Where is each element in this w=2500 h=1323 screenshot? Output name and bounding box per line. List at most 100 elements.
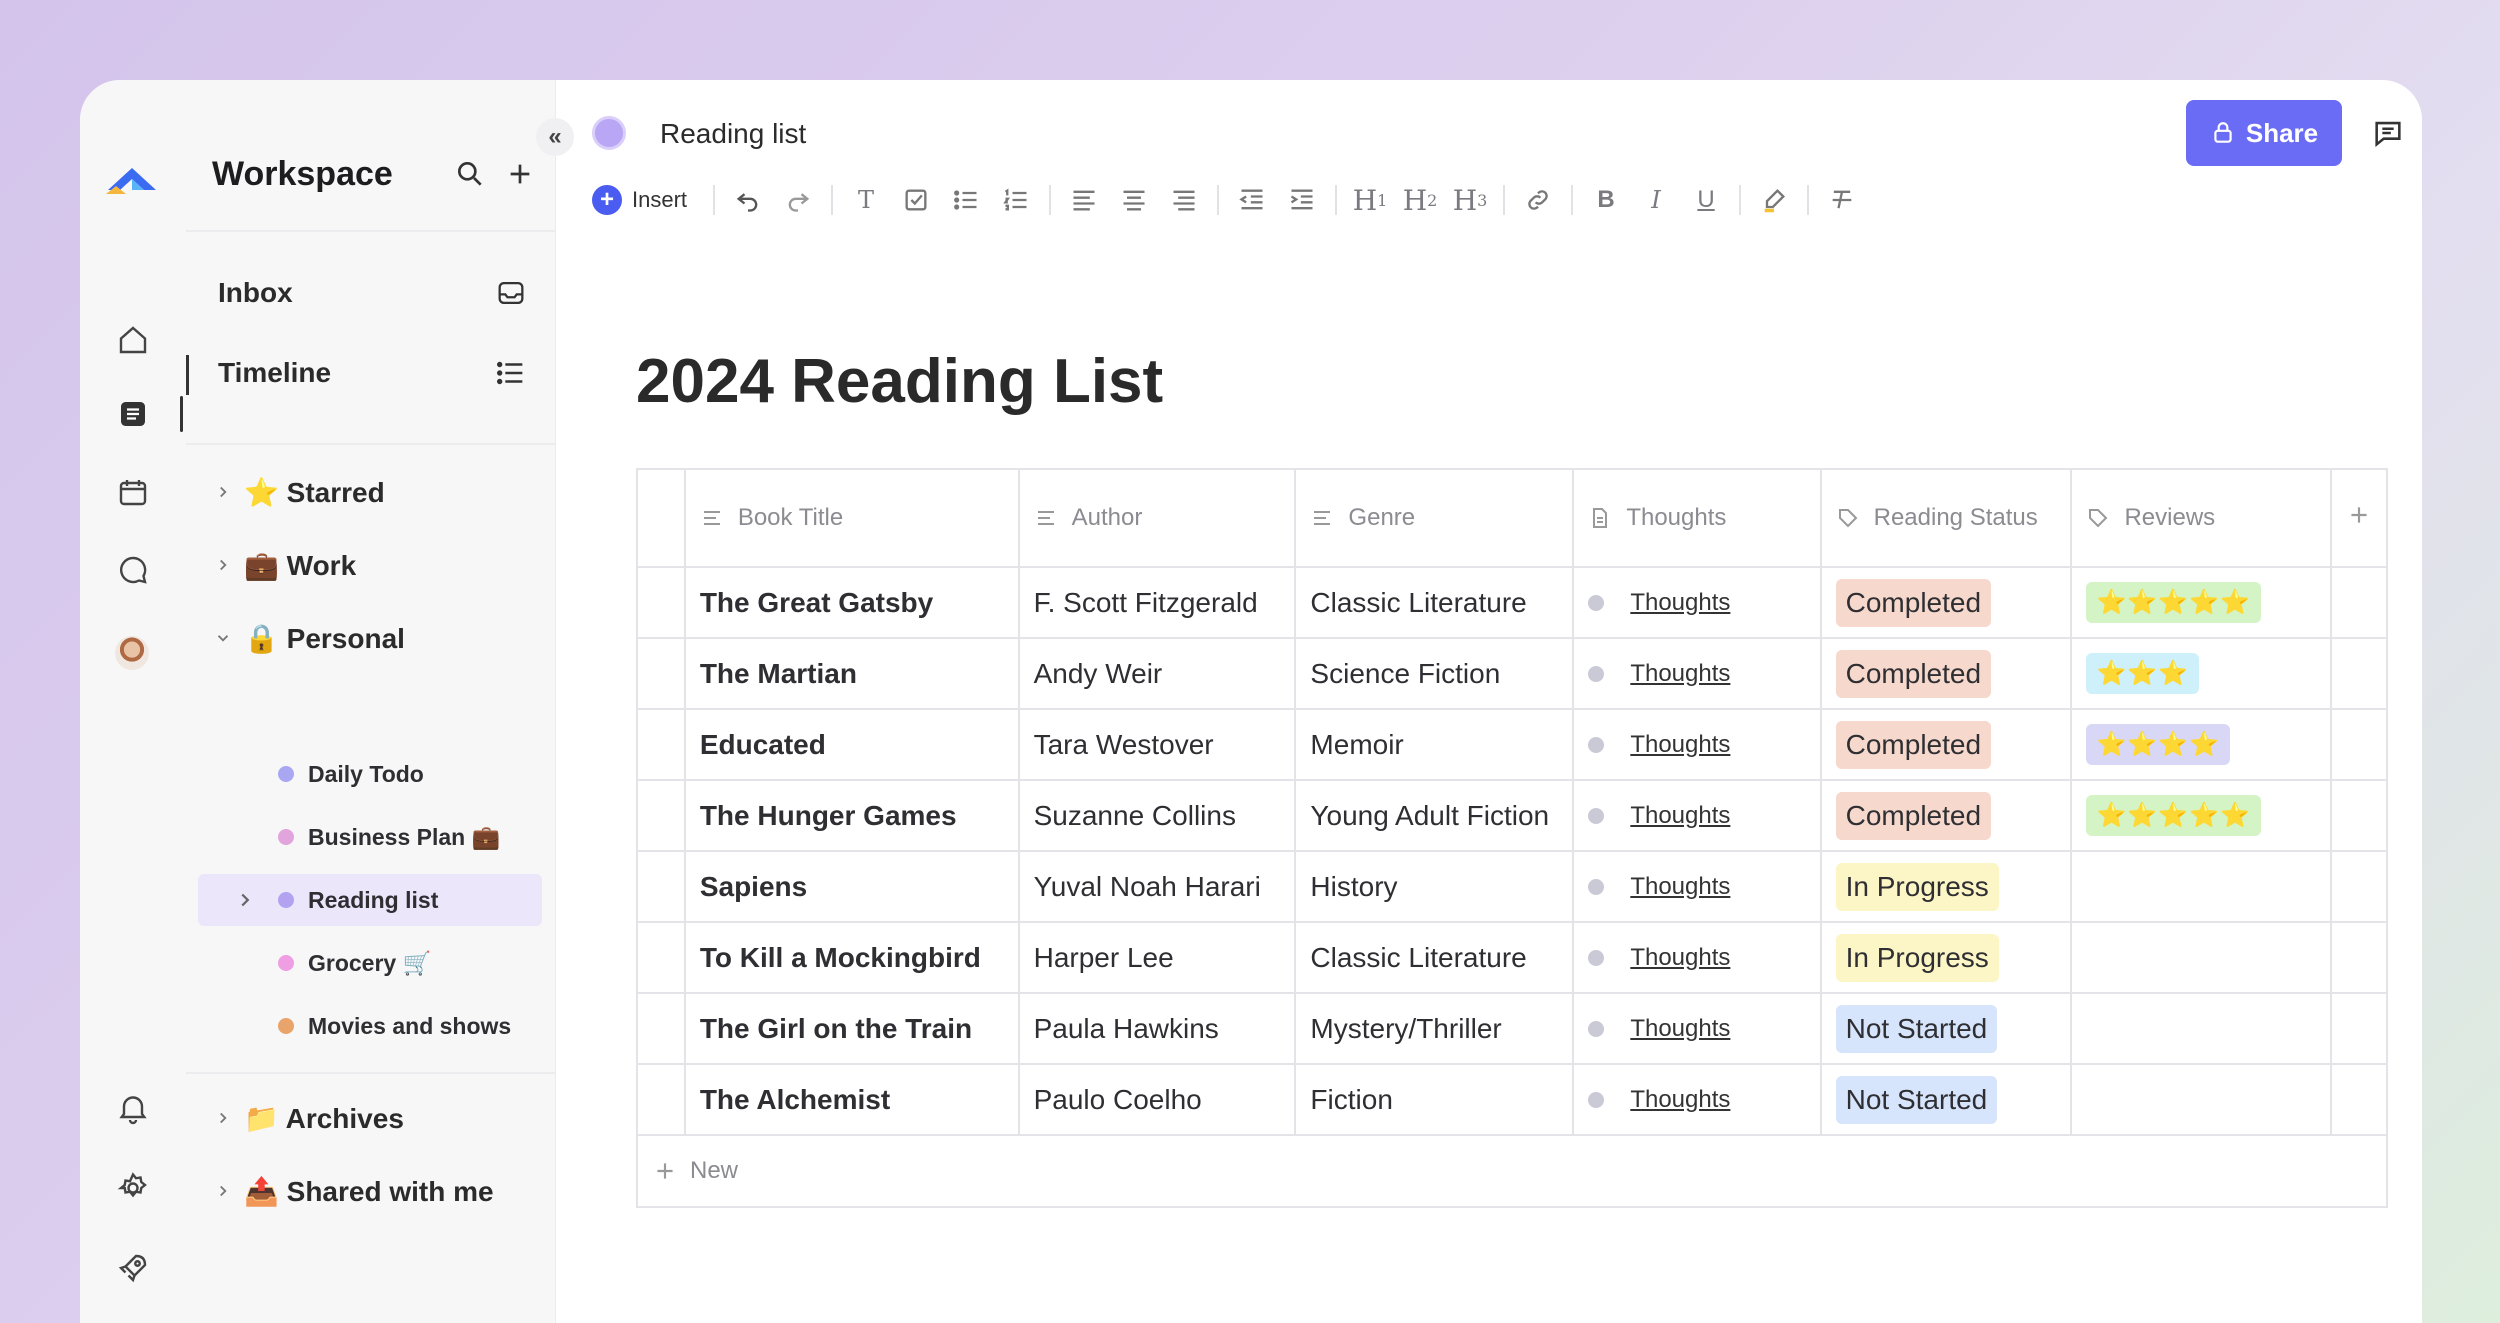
status-cell[interactable]: Not Started: [1819, 1063, 2073, 1136]
status-cell[interactable]: In Progress: [1819, 850, 2073, 923]
thoughts-link[interactable]: Thoughts: [1630, 873, 1730, 901]
book-title-cell[interactable]: Sapiens: [683, 850, 1020, 923]
sidebar-group-personal[interactable]: 🔒 Personal: [212, 613, 405, 663]
add-column-button[interactable]: [2329, 468, 2389, 568]
column-header-book-title[interactable]: Book Title: [683, 468, 1020, 568]
row-index-cell[interactable]: [636, 921, 686, 994]
insert-button[interactable]: + Insert: [592, 185, 687, 215]
book-title-cell[interactable]: The Great Gatsby: [683, 566, 1020, 639]
column-header-author[interactable]: Author: [1017, 468, 1297, 568]
search-icon[interactable]: [454, 158, 486, 190]
thoughts-link[interactable]: Thoughts: [1630, 944, 1730, 972]
genre-cell[interactable]: Classic Literature: [1294, 566, 1575, 639]
author-cell[interactable]: Paulo Coelho: [1017, 1063, 1297, 1136]
page-icon[interactable]: [592, 116, 626, 150]
underline-icon[interactable]: U: [1681, 178, 1731, 222]
chevron-right-icon[interactable]: [212, 1107, 234, 1129]
chevron-right-icon[interactable]: [212, 554, 234, 576]
gear-icon[interactable]: [113, 1168, 153, 1208]
author-cell[interactable]: Andy Weir: [1017, 637, 1297, 710]
sidebar-group-shared[interactable]: 📤 Shared with me: [212, 1166, 494, 1216]
documents-icon[interactable]: [113, 394, 153, 434]
thoughts-cell[interactable]: Thoughts: [1572, 779, 1822, 852]
thoughts-link[interactable]: Thoughts: [1630, 731, 1730, 759]
status-cell[interactable]: Completed: [1819, 708, 2073, 781]
redo-icon[interactable]: [773, 178, 823, 222]
calendar-icon[interactable]: [113, 472, 153, 512]
thoughts-link[interactable]: Thoughts: [1630, 660, 1730, 688]
author-cell[interactable]: Tara Westover: [1017, 708, 1297, 781]
book-title-cell[interactable]: The Hunger Games: [683, 779, 1020, 852]
author-cell[interactable]: Paula Hawkins: [1017, 992, 1297, 1065]
app-logo-icon[interactable]: [102, 160, 162, 200]
thoughts-cell[interactable]: Thoughts: [1572, 850, 1822, 923]
row-index-cell[interactable]: [636, 850, 686, 923]
genre-cell[interactable]: Classic Literature: [1294, 921, 1575, 994]
book-title-cell[interactable]: The Martian: [683, 637, 1020, 710]
reviews-cell[interactable]: ⭐⭐⭐⭐: [2070, 708, 2332, 781]
rocket-icon[interactable]: [113, 1248, 153, 1288]
genre-cell[interactable]: Memoir: [1294, 708, 1575, 781]
book-title-cell[interactable]: To Kill a Mockingbird: [683, 921, 1020, 994]
chat-icon[interactable]: [113, 550, 153, 590]
sidebar-item-timeline[interactable]: Timeline: [218, 348, 528, 398]
link-icon[interactable]: [1513, 178, 1563, 222]
outdent-icon[interactable]: [1227, 178, 1277, 222]
undo-icon[interactable]: [723, 178, 773, 222]
plus-icon[interactable]: [504, 158, 536, 190]
row-index-cell[interactable]: [636, 708, 686, 781]
author-cell[interactable]: Yuval Noah Harari: [1017, 850, 1297, 923]
status-cell[interactable]: Completed: [1819, 779, 2073, 852]
author-cell[interactable]: Harper Lee: [1017, 921, 1297, 994]
reviews-cell[interactable]: ⭐⭐⭐⭐⭐: [2070, 566, 2332, 639]
sidebar-group-archives[interactable]: 📁 Archives: [212, 1093, 404, 1143]
thoughts-cell[interactable]: Thoughts: [1572, 1063, 1822, 1136]
bold-icon[interactable]: B: [1581, 178, 1631, 222]
reviews-cell[interactable]: [2070, 921, 2332, 994]
genre-cell[interactable]: Young Adult Fiction: [1294, 779, 1575, 852]
column-header-thoughts[interactable]: Thoughts: [1572, 468, 1822, 568]
user-avatar[interactable]: [115, 636, 149, 670]
reviews-cell[interactable]: [2070, 992, 2332, 1065]
workspace-title[interactable]: Workspace: [212, 155, 393, 194]
chevron-right-icon[interactable]: [212, 1180, 234, 1202]
bell-icon[interactable]: [113, 1088, 153, 1128]
italic-icon[interactable]: I: [1631, 178, 1681, 222]
row-index-cell[interactable]: [636, 779, 686, 852]
thoughts-cell[interactable]: Thoughts: [1572, 921, 1822, 994]
numbered-list-icon[interactable]: [991, 178, 1041, 222]
reviews-cell[interactable]: [2070, 850, 2332, 923]
text-style-icon[interactable]: T: [841, 178, 891, 222]
row-index-cell[interactable]: [636, 566, 686, 639]
thoughts-link[interactable]: Thoughts: [1630, 589, 1730, 617]
status-cell[interactable]: Completed: [1819, 566, 2073, 639]
author-cell[interactable]: F. Scott Fitzgerald: [1017, 566, 1297, 639]
heading-3-icon[interactable]: H3: [1445, 178, 1495, 222]
thoughts-cell[interactable]: Thoughts: [1572, 708, 1822, 781]
author-cell[interactable]: Suzanne Collins: [1017, 779, 1297, 852]
sidebar-page-grocery[interactable]: Grocery 🛒: [278, 937, 431, 989]
home-icon[interactable]: [113, 320, 153, 360]
bullet-list-icon[interactable]: [941, 178, 991, 222]
checkbox-icon[interactable]: [891, 178, 941, 222]
genre-cell[interactable]: History: [1294, 850, 1575, 923]
breadcrumb-page-name[interactable]: Reading list: [660, 118, 806, 150]
sidebar-page-daily-todo[interactable]: Daily Todo: [278, 748, 424, 800]
genre-cell[interactable]: Science Fiction: [1294, 637, 1575, 710]
book-title-cell[interactable]: Educated: [683, 708, 1020, 781]
sidebar-group-work[interactable]: 💼 Work: [212, 540, 356, 590]
align-left-icon[interactable]: [1059, 178, 1109, 222]
sidebar-page-business-plan[interactable]: Business Plan 💼: [278, 811, 500, 863]
add-row-button[interactable]: New: [636, 1134, 2388, 1208]
thoughts-link[interactable]: Thoughts: [1630, 802, 1730, 830]
chevron-right-icon[interactable]: [212, 481, 234, 503]
row-index-cell[interactable]: [636, 637, 686, 710]
status-cell[interactable]: Completed: [1819, 637, 2073, 710]
align-right-icon[interactable]: [1159, 178, 1209, 222]
document-title[interactable]: 2024 Reading List: [636, 346, 1163, 417]
clear-format-icon[interactable]: [1817, 178, 1867, 222]
chevron-down-icon[interactable]: [212, 627, 234, 649]
comment-icon[interactable]: [2371, 116, 2405, 150]
sidebar-group-starred[interactable]: ⭐ Starred: [212, 467, 385, 517]
chevron-right-icon[interactable]: [234, 889, 256, 911]
